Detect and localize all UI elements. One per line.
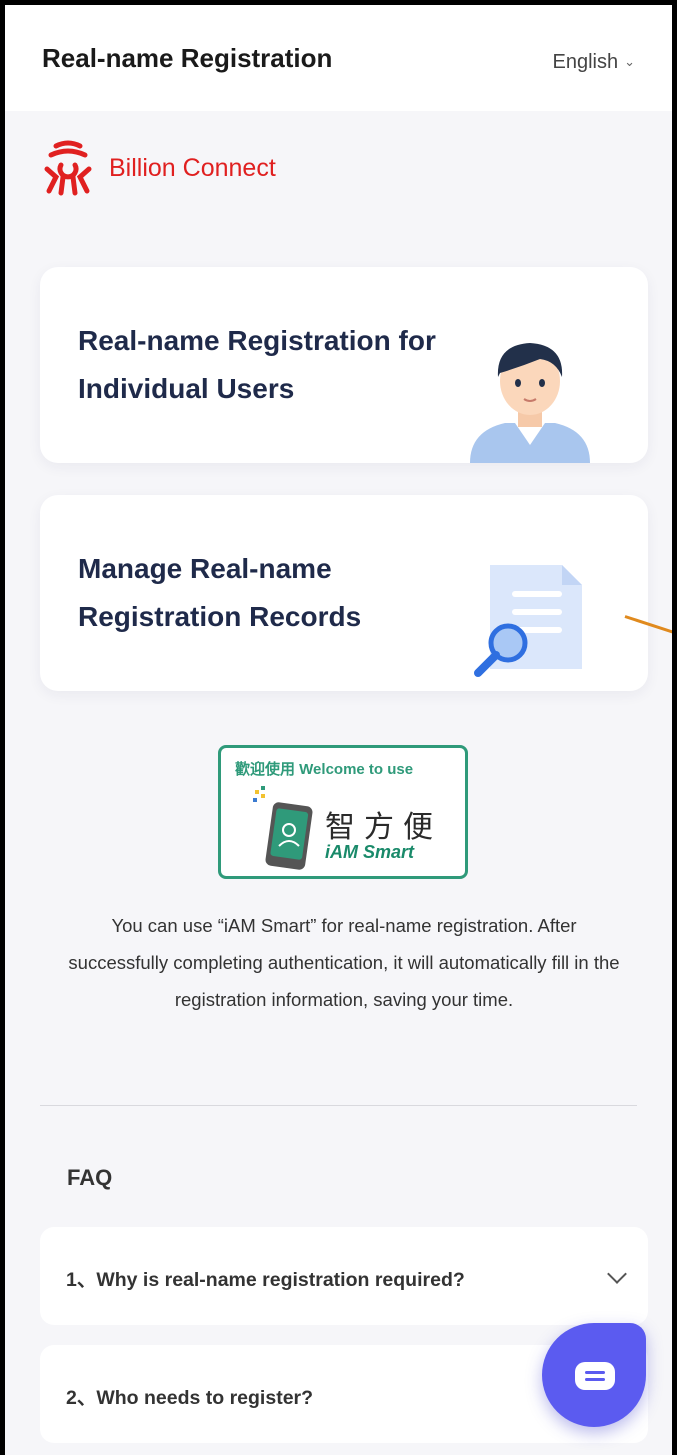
card-label: Manage Real-name Registration Records <box>78 553 362 632</box>
language-selector[interactable]: English ⌄ <box>552 51 635 74</box>
faq-heading: FAQ <box>67 1165 113 1190</box>
language-label: English <box>552 51 619 73</box>
brand-logo: Billion Connect <box>39 139 276 197</box>
chat-icon <box>575 1362 615 1390</box>
document-search-icon <box>474 565 582 677</box>
individual-registration-card[interactable]: Real-name Registration for Individual Us… <box>40 267 648 463</box>
faq-question: 1、Why is real-name registration required… <box>66 1269 465 1291</box>
brand-name: Billion Connect <box>109 153 276 182</box>
iam-smart-badge[interactable]: 歡迎使用 Welcome to use 智方便 iAM Smart <box>218 745 468 879</box>
faq-question: 2、Who needs to register? <box>66 1387 314 1409</box>
top-bar: Real-name Registration English ⌄ <box>5 5 672 111</box>
phone-icon <box>253 786 313 870</box>
faq-item[interactable]: 1、Why is real-name registration required… <box>40 1227 648 1325</box>
iam-chinese-name: 智方便 <box>325 810 442 845</box>
page-title: Real-name Registration <box>42 43 333 73</box>
user-avatar-icon <box>470 343 590 463</box>
chevron-down-icon <box>607 1264 627 1284</box>
iam-english-name: iAM Smart <box>325 842 415 862</box>
billion-connect-logo-icon <box>44 140 92 196</box>
manage-records-card[interactable]: Manage Real-name Registration Records <box>40 495 648 691</box>
chevron-down-icon: ⌄ <box>624 53 635 69</box>
app-frame: Real-name Registration English ⌄ Billion… <box>0 0 677 1455</box>
chat-button[interactable] <box>542 1323 646 1427</box>
iam-welcome-text: 歡迎使用 Welcome to use <box>235 761 414 778</box>
section-divider <box>40 1105 637 1106</box>
iam-description: You can use “iAM Smart” for real-name re… <box>68 915 620 1010</box>
card-label: Real-name Registration for Individual Us… <box>78 325 436 404</box>
